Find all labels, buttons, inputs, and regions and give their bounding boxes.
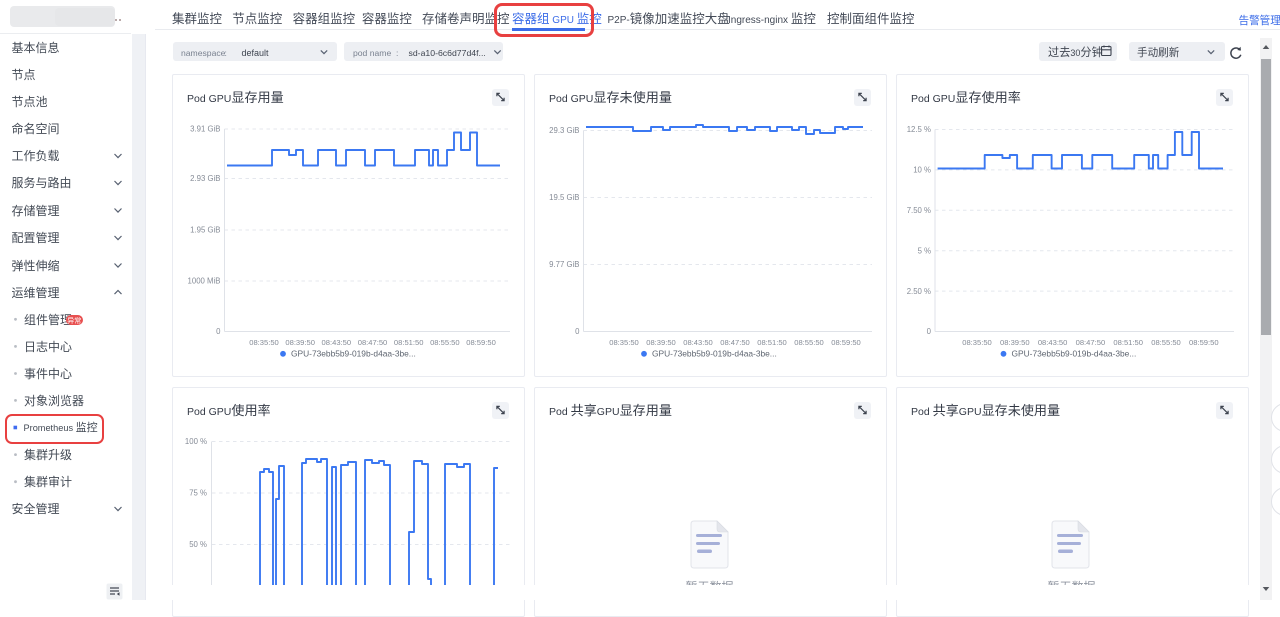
- svg-text:100 %: 100 %: [185, 437, 207, 446]
- svg-text:08:39:50: 08:39:50: [285, 338, 315, 347]
- svg-text:08:59:50: 08:59:50: [831, 338, 861, 347]
- svg-text:08:55:50: 08:55:50: [794, 338, 824, 347]
- svg-text:08:51:50: 08:51:50: [394, 338, 424, 347]
- svg-text:2.50 %: 2.50 %: [907, 287, 931, 296]
- svg-text:08:39:50: 08:39:50: [646, 338, 676, 347]
- svg-text:0: 0: [927, 327, 932, 336]
- svg-text:1.95 GiB: 1.95 GiB: [190, 226, 220, 235]
- svg-text:08:39:50: 08:39:50: [1000, 338, 1030, 347]
- svg-text:08:35:50: 08:35:50: [962, 338, 992, 347]
- svg-text:08:43:50: 08:43:50: [683, 338, 713, 347]
- svg-text:08:59:50: 08:59:50: [1189, 338, 1219, 347]
- svg-text:GPU-73ebb5b9-019b-d4aa-3be...: GPU-73ebb5b9-019b-d4aa-3be...: [1012, 349, 1137, 359]
- svg-text:GPU-73ebb5b9-019b-d4aa-3be...: GPU-73ebb5b9-019b-d4aa-3be...: [291, 349, 416, 359]
- svg-text:0: 0: [575, 327, 580, 336]
- svg-text:0: 0: [216, 327, 221, 336]
- svg-text:9.77 GiB: 9.77 GiB: [549, 260, 579, 269]
- svg-text:08:35:50: 08:35:50: [249, 338, 279, 347]
- svg-text:3.91 GiB: 3.91 GiB: [190, 125, 220, 134]
- svg-text:19.5 GiB: 19.5 GiB: [549, 193, 579, 202]
- svg-text:08:47:50: 08:47:50: [1076, 338, 1106, 347]
- svg-text:08:47:50: 08:47:50: [720, 338, 750, 347]
- svg-text:1000 MiB: 1000 MiB: [188, 277, 221, 286]
- svg-text:08:59:50: 08:59:50: [466, 338, 496, 347]
- svg-text:50 %: 50 %: [189, 540, 207, 549]
- svg-text:7.50 %: 7.50 %: [907, 206, 931, 215]
- svg-text:08:55:50: 08:55:50: [1151, 338, 1181, 347]
- svg-text:75 %: 75 %: [189, 489, 207, 498]
- svg-text:08:43:50: 08:43:50: [1038, 338, 1068, 347]
- svg-text:08:51:50: 08:51:50: [1113, 338, 1143, 347]
- svg-text:08:51:50: 08:51:50: [757, 338, 787, 347]
- svg-text:GPU-73ebb5b9-019b-d4aa-3be...: GPU-73ebb5b9-019b-d4aa-3be...: [652, 349, 777, 359]
- svg-text:12.5 %: 12.5 %: [907, 125, 931, 134]
- svg-text:5 %: 5 %: [918, 246, 932, 255]
- svg-text:10 %: 10 %: [913, 166, 931, 175]
- svg-text:2.93 GiB: 2.93 GiB: [190, 174, 220, 183]
- svg-text:08:43:50: 08:43:50: [322, 338, 352, 347]
- svg-text:08:47:50: 08:47:50: [358, 338, 388, 347]
- svg-text:08:35:50: 08:35:50: [609, 338, 639, 347]
- svg-text:08:55:50: 08:55:50: [430, 338, 460, 347]
- svg-text:29.3 GiB: 29.3 GiB: [549, 126, 579, 135]
